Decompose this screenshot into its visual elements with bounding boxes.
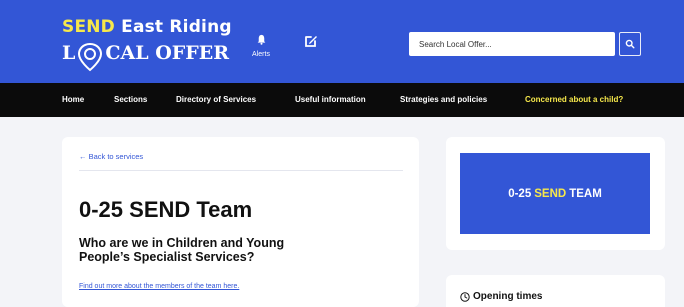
opening-times-heading: Opening times [460,291,542,302]
nav-sections[interactable]: Sections [114,95,147,104]
logo-line-1: SEND East Riding [62,18,232,37]
nav-home[interactable]: Home [62,95,84,104]
opening-times-label: Opening times [473,291,543,302]
site-logo[interactable]: SEND East Riding L CAL OFFER [62,18,232,72]
nav-concerned-about-a-child[interactable]: Concerned about a child? [525,95,623,104]
nav-useful-information[interactable]: Useful information [295,95,366,104]
back-to-services-link[interactable]: ← Back to services [79,152,143,161]
service-card: ← Back to services 0-25 SEND Team Who ar… [62,137,419,307]
search-button[interactable] [619,32,641,56]
nav-directory-of-services[interactable]: Directory of Services [176,95,256,104]
page-title: 0-25 SEND Team [79,197,253,222]
opening-times-card: Opening times [446,275,665,307]
search-input[interactable] [409,32,615,56]
logo-local-rest: CAL OFFER [105,42,229,64]
banner-text-send: SEND [534,187,567,200]
map-pin-icon [77,42,103,72]
logo-local-l: L [62,42,76,64]
team-banner: 0-25 SEND TEAM [460,153,650,234]
search-icon [625,39,635,49]
team-banner-card: 0-25 SEND TEAM [446,137,665,250]
divider [79,170,403,171]
logo-line-2: L CAL OFFER [62,38,232,72]
alerts-label: Alerts [252,51,270,58]
clock-icon [460,291,470,302]
bell-icon [257,34,265,45]
logo-east-riding-text: East Riding [121,17,232,37]
banner-text-pre: 0-25 [508,187,532,200]
banner-text-post: TEAM [569,187,602,200]
page-subtitle: Who are we in Children and Young People’… [79,236,285,264]
main-nav: Home Sections Directory of Services Usef… [0,83,684,117]
site-header: SEND East Riding L CAL OFFER Alerts [0,0,684,83]
team-members-link[interactable]: Find out more about the members of the t… [79,283,239,290]
logo-send-text: SEND [62,17,115,37]
edit-icon[interactable] [304,34,318,53]
nav-strategies-and-policies[interactable]: Strategies and policies [400,95,487,104]
alerts-button[interactable]: Alerts [248,32,274,58]
